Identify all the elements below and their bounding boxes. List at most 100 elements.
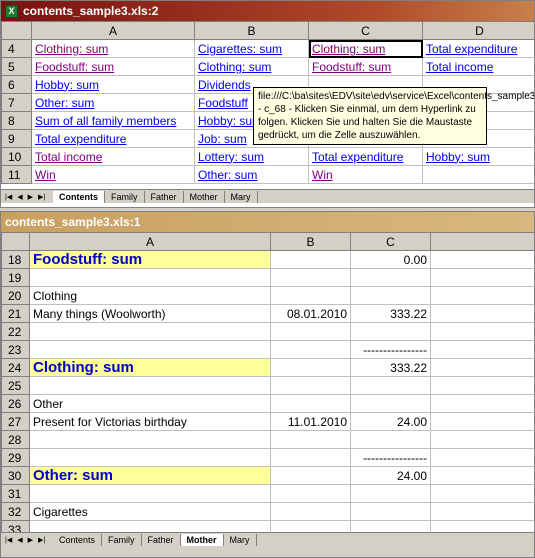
cell[interactable] — [430, 394, 534, 413]
cell[interactable] — [350, 394, 431, 413]
row-header[interactable]: 26 — [1, 394, 30, 413]
row-header[interactable]: 27 — [1, 412, 30, 431]
cell[interactable]: 24.00 — [350, 466, 431, 485]
cell[interactable] — [430, 250, 534, 269]
cell[interactable] — [29, 448, 271, 467]
row-header[interactable]: 29 — [1, 448, 30, 467]
prev-sheet-icon[interactable]: ◀ — [17, 193, 22, 201]
cell[interactable] — [270, 502, 351, 521]
corner-cell[interactable] — [1, 21, 32, 40]
last-sheet-icon[interactable]: ▶| — [38, 536, 45, 544]
cell[interactable] — [430, 304, 534, 323]
row-header[interactable]: 8 — [1, 111, 32, 130]
sheet-tab-family[interactable]: Family — [102, 533, 142, 546]
cell[interactable]: 0.00 — [350, 250, 431, 269]
cell[interactable]: Present for Victorias birthday — [29, 412, 271, 431]
cell[interactable]: Many things (Woolworth) — [29, 304, 271, 323]
hyperlink-cell[interactable]: Foodstuff: sum — [31, 57, 195, 76]
cell[interactable] — [430, 484, 534, 503]
cell[interactable] — [29, 376, 271, 395]
cell[interactable]: ---------------- — [350, 448, 431, 467]
column-header-c[interactable]: C — [350, 232, 431, 251]
cell[interactable]: Clothing — [29, 286, 271, 305]
cell[interactable]: 24.00 — [350, 412, 431, 431]
cell[interactable] — [29, 430, 271, 449]
row-header[interactable]: 28 — [1, 430, 30, 449]
cell[interactable] — [270, 484, 351, 503]
cell[interactable] — [430, 430, 534, 449]
hyperlink-cell[interactable]: Win — [31, 165, 195, 184]
cell[interactable] — [430, 448, 534, 467]
row-header[interactable]: 6 — [1, 75, 32, 94]
cell[interactable]: 333.22 — [350, 304, 431, 323]
row-header[interactable]: 30 — [1, 466, 30, 485]
cell[interactable] — [29, 268, 271, 287]
hyperlink-cell[interactable]: Clothing: sum — [31, 39, 195, 58]
sheet-tab-mary[interactable]: Mary — [223, 533, 257, 546]
row-header[interactable]: 9 — [1, 129, 32, 148]
cell[interactable] — [350, 268, 431, 287]
hyperlink-cell[interactable]: Total expenditure — [422, 39, 534, 58]
cell[interactable] — [350, 322, 431, 341]
hyperlink-cell[interactable]: Lottery: sum — [194, 147, 309, 166]
column-header-c[interactable]: C — [308, 21, 423, 40]
cell[interactable] — [29, 340, 271, 359]
cell[interactable]: Other: sum — [29, 466, 271, 485]
cell[interactable] — [430, 466, 534, 485]
cell[interactable]: Other — [29, 394, 271, 413]
row-header[interactable]: 11 — [1, 165, 32, 184]
column-header-d[interactable]: D — [422, 21, 534, 40]
first-sheet-icon[interactable]: |◀ — [5, 193, 12, 201]
cell[interactable] — [430, 502, 534, 521]
cell[interactable] — [270, 250, 351, 269]
cell[interactable]: Clothing: sum — [29, 358, 271, 377]
cell[interactable]: 333.22 — [350, 358, 431, 377]
hyperlink-cell[interactable]: Foodstuff: sum — [308, 57, 423, 76]
cell[interactable] — [350, 430, 431, 449]
window-titlebar[interactable]: contents_sample3.xls:1 — [1, 212, 534, 232]
hyperlink-cell[interactable]: Win — [308, 165, 423, 184]
cell[interactable] — [430, 376, 534, 395]
cell[interactable] — [430, 412, 534, 431]
row-header[interactable]: 31 — [1, 484, 30, 503]
last-sheet-icon[interactable]: ▶| — [38, 193, 45, 201]
hyperlink-cell[interactable]: Total income — [422, 57, 534, 76]
row-header[interactable]: 23 — [1, 340, 30, 359]
row-header[interactable]: 25 — [1, 376, 30, 395]
selected-hyperlink-cell[interactable]: Clothing: sum — [308, 39, 423, 58]
hyperlink-cell[interactable]: Cigarettes: sum — [194, 39, 309, 58]
cell[interactable] — [350, 286, 431, 305]
cell[interactable] — [430, 358, 534, 377]
row-header[interactable]: 22 — [1, 322, 30, 341]
cell[interactable] — [430, 286, 534, 305]
row-header[interactable]: 24 — [1, 358, 30, 377]
cell[interactable] — [270, 448, 351, 467]
row-header[interactable]: 18 — [1, 250, 30, 269]
corner-cell[interactable] — [1, 232, 30, 251]
column-header-a[interactable]: A — [29, 232, 271, 251]
row-header[interactable]: 20 — [1, 286, 30, 305]
hyperlink-cell[interactable]: Hobby: sum — [31, 75, 195, 94]
window-titlebar[interactable]: X contents_sample3.xls:2 — [1, 1, 534, 21]
cell[interactable] — [422, 165, 534, 184]
row-header[interactable]: 19 — [1, 268, 30, 287]
cell[interactable] — [29, 322, 271, 341]
sheet-tab-family[interactable]: Family — [105, 190, 145, 203]
cell[interactable] — [270, 376, 351, 395]
cell[interactable] — [270, 358, 351, 377]
cell[interactable] — [270, 340, 351, 359]
first-sheet-icon[interactable]: |◀ — [5, 536, 12, 544]
prev-sheet-icon[interactable]: ◀ — [17, 536, 22, 544]
row-header[interactable]: 5 — [1, 57, 32, 76]
cell[interactable] — [350, 484, 431, 503]
hyperlink-cell[interactable]: Other: sum — [31, 93, 195, 112]
column-header-b[interactable]: B — [270, 232, 351, 251]
sheet-tab-mary[interactable]: Mary — [224, 190, 258, 203]
row-header[interactable]: 21 — [1, 304, 30, 323]
column-header-a[interactable]: A — [31, 21, 195, 40]
cell[interactable] — [430, 340, 534, 359]
cell[interactable]: 08.01.2010 — [270, 304, 351, 323]
sheet-tab-contents[interactable]: Contents — [53, 533, 103, 546]
cell[interactable]: ---------------- — [350, 340, 431, 359]
sheet-tab-mother[interactable]: Mother — [183, 190, 225, 203]
